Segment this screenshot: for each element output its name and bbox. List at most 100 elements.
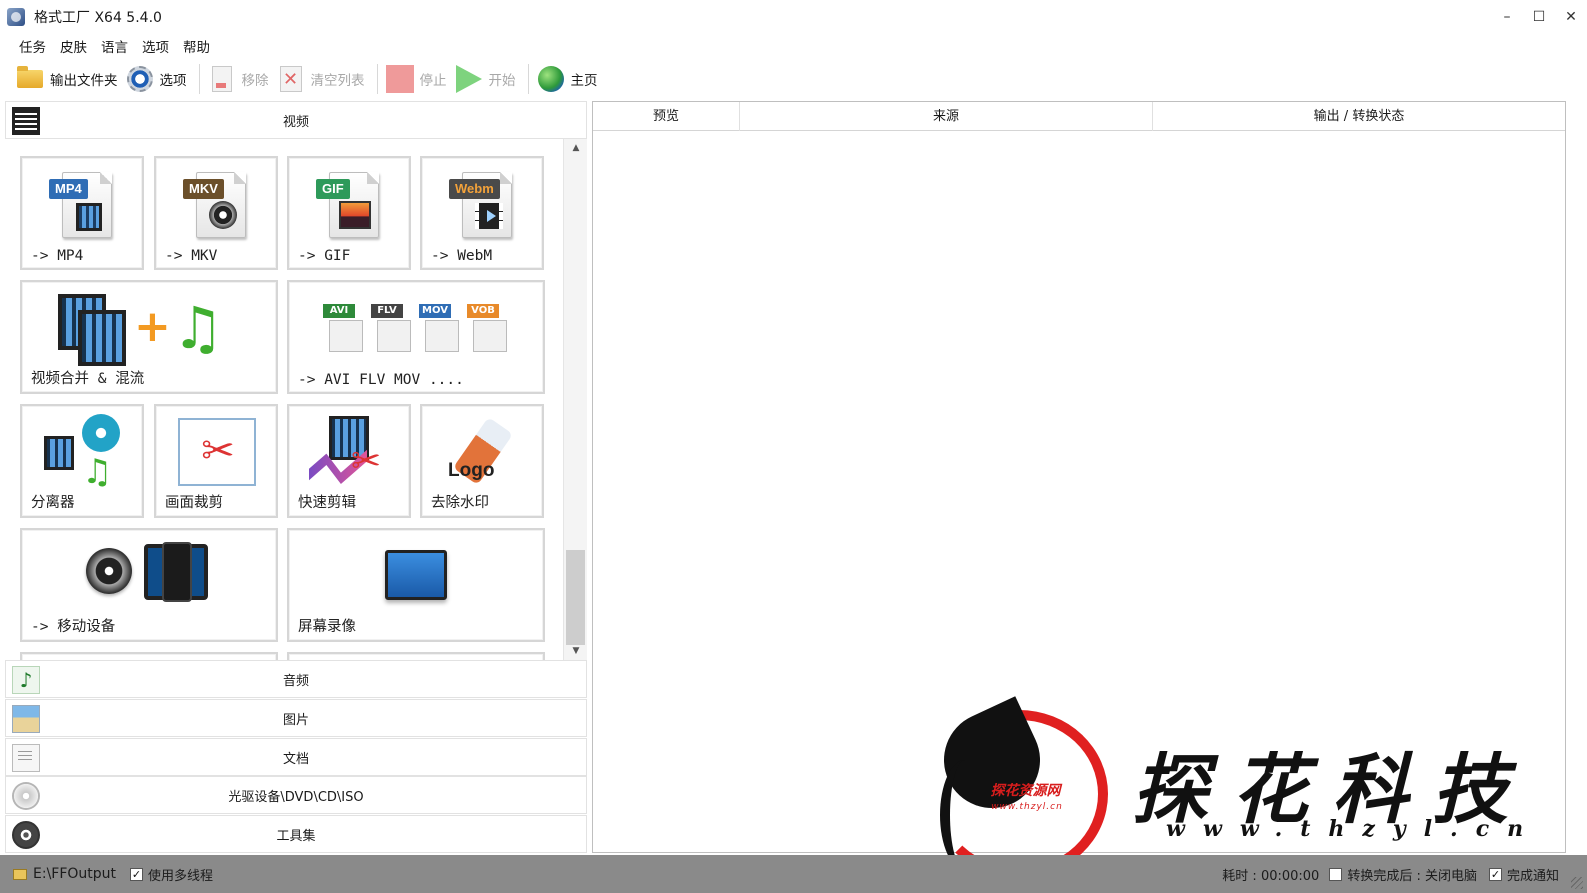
- app-window: 格式工厂 X64 5.4.0 – ☐ ✕ 任务 皮肤 语言 选项 帮助 输出文件…: [0, 0, 1587, 893]
- tile-to-gif[interactable]: GIF -> GIF: [287, 156, 411, 270]
- task-list-header: 预览 来源 输出 / 转换状态: [593, 102, 1565, 131]
- phone-icon: [162, 542, 192, 602]
- watermark-url: www.thzyl.cn: [1166, 816, 1542, 842]
- home-button[interactable]: 主页: [535, 62, 604, 96]
- multithread-checkbox[interactable]: ✓: [130, 867, 144, 881]
- tile-splitter[interactable]: ♫ 分离器: [20, 404, 144, 518]
- menu-help[interactable]: 帮助: [176, 36, 217, 56]
- toolbar-separator: [527, 64, 529, 94]
- folder-icon: [16, 65, 44, 93]
- tile-label: -> 移动设备: [31, 619, 116, 635]
- tile-label: 屏幕录像: [298, 619, 356, 635]
- category-video-label: 视频: [282, 114, 309, 130]
- title-bar: 格式工厂 X64 5.4.0 – ☐ ✕: [0, 0, 1587, 34]
- tile-remove-watermark[interactable]: Logo 去除水印: [420, 404, 544, 518]
- options-label: 选项: [159, 73, 187, 89]
- maximize-button[interactable]: ☐: [1523, 0, 1555, 34]
- column-preview[interactable]: 预览: [593, 102, 740, 131]
- tile-label: 分离器: [31, 495, 75, 511]
- gear-icon: [126, 65, 154, 93]
- film-strip-icon: [78, 310, 126, 366]
- after-done-checkbox[interactable]: [1329, 867, 1343, 881]
- webm-file-icon: Webm: [449, 172, 512, 238]
- tile-to-mp4[interactable]: MP4 -> MP4: [20, 156, 144, 270]
- home-label: 主页: [570, 73, 598, 89]
- menu-language[interactable]: 语言: [94, 36, 135, 56]
- menu-options[interactable]: 选项: [135, 36, 176, 56]
- mkv-badge: MKV: [183, 179, 224, 199]
- clapper-icon: [377, 320, 411, 352]
- folder-icon: [13, 868, 27, 880]
- category-audio[interactable]: ♪ 音频: [5, 660, 587, 698]
- category-disc[interactable]: 光驱设备\DVD\CD\ISO: [5, 776, 587, 814]
- category-disc-label: 光驱设备\DVD\CD\ISO: [228, 789, 364, 805]
- tile-to-mkv[interactable]: MKV -> MKV: [154, 156, 278, 270]
- category-document-label: 文档: [282, 751, 309, 767]
- clear-list-button[interactable]: ✕ 清空列表: [275, 62, 371, 96]
- plus-icon: +: [134, 301, 171, 352]
- notify-checkbox[interactable]: ✓: [1488, 867, 1502, 881]
- play-icon: [455, 65, 483, 93]
- window-controls: – ☐ ✕: [1491, 0, 1587, 34]
- tile-to-webm[interactable]: Webm -> WebM: [420, 156, 544, 270]
- reel-icon: [86, 548, 132, 594]
- tile-crop[interactable]: ✂ 画面裁剪: [154, 404, 278, 518]
- output-path[interactable]: E:\FFOutput: [33, 866, 116, 882]
- category-picture[interactable]: 图片: [5, 699, 587, 737]
- tile-to-avi-flv-mov[interactable]: AVI FLV MOV VOB -> AVI FLV MOV ....: [287, 280, 545, 394]
- start-label: 开始: [488, 73, 516, 89]
- scroll-thumb[interactable]: [566, 550, 585, 645]
- notify-label: 完成通知: [1506, 868, 1559, 884]
- tile-label: 画面裁剪: [165, 495, 223, 511]
- column-output-status[interactable]: 输出 / 转换状态: [1153, 102, 1565, 131]
- tiles-scrollbar[interactable]: ▲ ▼: [563, 139, 587, 660]
- clear-list-icon: ✕: [277, 65, 305, 93]
- tile-label: -> MP4: [31, 248, 84, 264]
- tile-quick-clip[interactable]: ✂ 快速剪辑: [287, 404, 411, 518]
- tile-partial[interactable]: [287, 652, 545, 660]
- after-done-label[interactable]: 转换完成后 : 关闭电脑: [1347, 865, 1477, 884]
- tile-label: -> GIF: [298, 248, 351, 264]
- multi-format-icons: AVI FLV MOV VOB: [315, 300, 515, 358]
- film-icon: [329, 320, 363, 352]
- column-source[interactable]: 来源: [740, 102, 1153, 131]
- app-logo-icon: [7, 8, 25, 26]
- menu-skin[interactable]: 皮肤: [53, 36, 94, 56]
- tile-label: -> MKV: [165, 248, 218, 264]
- toolbar-separator: [376, 64, 378, 94]
- webm-badge: Webm: [449, 179, 500, 199]
- tile-video-merge[interactable]: + ♫ 视频合并 & 混流: [20, 280, 278, 394]
- scroll-up-arrow[interactable]: ▲: [564, 139, 587, 157]
- output-folder-button[interactable]: 输出文件夹: [14, 62, 124, 96]
- mov-badge: MOV: [419, 304, 451, 318]
- avi-badge: AVI: [323, 304, 355, 318]
- resize-grip[interactable]: [1571, 877, 1583, 889]
- start-button[interactable]: 开始: [453, 62, 522, 96]
- tile-partial[interactable]: [20, 652, 278, 660]
- category-tools[interactable]: 工具集: [5, 815, 587, 853]
- category-document[interactable]: 文档: [5, 738, 587, 776]
- film-icon: [44, 436, 74, 470]
- close-button[interactable]: ✕: [1555, 0, 1587, 34]
- mp4-badge: MP4: [49, 179, 88, 199]
- minimize-button[interactable]: –: [1491, 0, 1523, 34]
- category-tools-label: 工具集: [276, 828, 316, 844]
- scroll-down-arrow[interactable]: ▼: [564, 642, 587, 660]
- stop-button[interactable]: 停止: [384, 62, 453, 96]
- status-bar: E:\FFOutput ✓ 使用多线程 耗时 : 00:00:00 转换完成后 …: [0, 855, 1587, 893]
- tile-mobile-device[interactable]: -> 移动设备: [20, 528, 278, 642]
- menu-task[interactable]: 任务: [12, 36, 53, 56]
- reel-icon: [82, 414, 120, 452]
- watermark-small-url: www.thzyl.cn: [991, 802, 1063, 812]
- tile-label: 视频合并 & 混流: [31, 371, 145, 387]
- music-note-icon: ♫: [82, 452, 113, 492]
- multithread-label: 使用多线程: [148, 868, 214, 884]
- category-video[interactable]: 视频: [5, 101, 587, 139]
- watermark-small-name: 探花资源网: [990, 783, 1061, 799]
- tile-screen-record[interactable]: 屏幕录像: [287, 528, 545, 642]
- options-button[interactable]: 选项: [124, 62, 193, 96]
- clear-list-label: 清空列表: [310, 73, 365, 89]
- remove-button[interactable]: 移除: [206, 62, 275, 96]
- vob-badge: VOB: [467, 304, 499, 318]
- status-bar-right: 耗时 : 00:00:00 转换完成后 : 关闭电脑 ✓ 完成通知: [1222, 855, 1559, 893]
